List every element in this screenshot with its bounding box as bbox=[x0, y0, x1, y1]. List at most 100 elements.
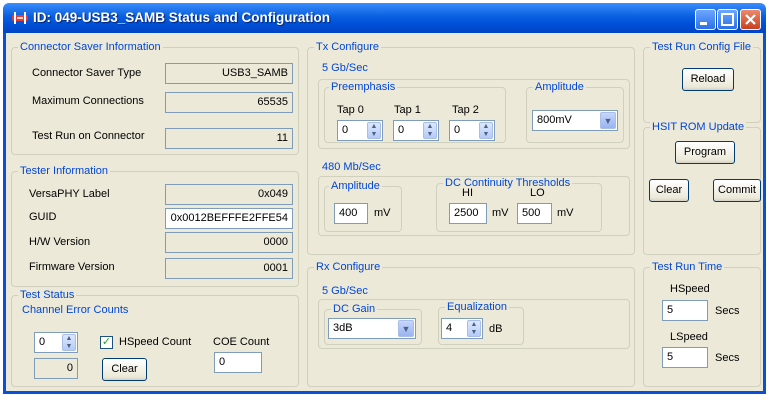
connector-saver-type-label: Connector Saver Type bbox=[32, 67, 142, 79]
spin-updown-icon[interactable]: ▲ ▼ bbox=[62, 334, 76, 351]
maximize-button[interactable] bbox=[717, 9, 738, 30]
lo-unit: mV bbox=[557, 207, 574, 219]
minimize-button[interactable] bbox=[695, 9, 716, 30]
mbs-amplitude-unit: mV bbox=[374, 207, 391, 219]
channel-spinbox-value: 0 bbox=[39, 336, 46, 348]
channel-error-counts-label: Channel Error Counts bbox=[22, 304, 129, 316]
rx-configure-group: Rx Configure 5 Gb/Sec DC Gain 3dB ▼ Equa… bbox=[307, 261, 635, 387]
config-file-group-label: Test Run Config File bbox=[650, 41, 754, 54]
equalization-value: 4 bbox=[446, 322, 453, 334]
window-title: ID: 049-USB3_SAMB Status and Configurati… bbox=[33, 10, 331, 25]
tx-5gbs-label: 5 Gb/Sec bbox=[322, 62, 368, 74]
connector-saver-group-label: Connector Saver Information bbox=[18, 41, 163, 54]
max-connections-field: 65535 bbox=[165, 92, 293, 113]
tap2-label: Tap 2 bbox=[452, 104, 479, 116]
tx-configure-group-label: Tx Configure bbox=[314, 41, 381, 54]
hi-label: HI bbox=[462, 187, 473, 199]
test-run-on-connector-label: Test Run on Connector bbox=[32, 130, 145, 142]
lspeed-unit: Secs bbox=[715, 352, 740, 364]
equalization-spinbox[interactable]: 4 ▲ ▼ bbox=[441, 318, 483, 339]
reload-button[interactable]: Reload bbox=[682, 68, 734, 91]
program-button[interactable]: Program bbox=[675, 141, 735, 164]
client-area: Connector Saver Information Connector Sa… bbox=[3, 33, 766, 394]
tx-480mbs-label: 480 Mb/Sec bbox=[322, 161, 381, 173]
equalization-unit: dB bbox=[489, 323, 503, 335]
error-clear-button[interactable]: Clear bbox=[102, 358, 147, 381]
dc-gain-value: 3dB bbox=[333, 322, 353, 334]
spin-updown-icon[interactable]: ▲ ▼ bbox=[367, 122, 381, 139]
tx-amplitude-label: Amplitude bbox=[533, 81, 586, 94]
tap1-value: 0 bbox=[398, 124, 405, 136]
rx-configure-group-label: Rx Configure bbox=[314, 261, 383, 274]
max-connections-label: Maximum Connections bbox=[32, 95, 144, 107]
hw-version-field: 0000 bbox=[165, 232, 293, 253]
test-run-on-connector-field: 11 bbox=[165, 128, 293, 149]
tap0-value: 0 bbox=[342, 124, 349, 136]
versaphy-label: VersaPHY Label bbox=[29, 188, 110, 200]
versaphy-field: 0x049 bbox=[165, 184, 293, 205]
lo-threshold-field[interactable]: 500 bbox=[517, 203, 552, 224]
connector-saver-type-field: USB3_SAMB bbox=[165, 63, 293, 84]
tester-info-group-label: Tester Information bbox=[18, 165, 111, 178]
chevron-down-icon[interactable]: ▼ bbox=[600, 112, 616, 129]
test-run-time-group: Test Run Time HSpeed 5 Secs LSpeed 5 Sec… bbox=[643, 261, 761, 387]
checkmark-icon: ✓ bbox=[101, 336, 112, 348]
tap1-spinbox[interactable]: 0 ▲ ▼ bbox=[393, 120, 439, 141]
rx-5gbs-label: 5 Gb/Sec bbox=[322, 285, 368, 297]
hi-threshold-field[interactable]: 2500 bbox=[449, 203, 487, 224]
minimize-icon bbox=[700, 22, 707, 25]
tx-amplitude-combobox[interactable]: 800mV ▼ bbox=[532, 110, 618, 131]
tap2-value: 0 bbox=[454, 124, 461, 136]
hspeed-unit: Secs bbox=[715, 305, 740, 317]
hi-unit: mV bbox=[492, 207, 509, 219]
hspeed-time-field[interactable]: 5 bbox=[662, 300, 708, 321]
test-run-time-group-label: Test Run Time bbox=[650, 261, 725, 274]
channel-spinbox[interactable]: 0 ▲ ▼ bbox=[34, 332, 78, 353]
tap1-label: Tap 1 bbox=[394, 104, 421, 116]
tx-configure-group: Tx Configure 5 Gb/Sec Preemphasis Tap 0 … bbox=[307, 41, 635, 255]
channel-error-count-field: 0 bbox=[34, 358, 78, 379]
chevron-down-icon[interactable]: ▼ bbox=[398, 320, 414, 337]
guid-field[interactable]: 0x0012BEFFFE2FFE54 bbox=[165, 208, 293, 229]
main-window: ID: 049-USB3_SAMB Status and Configurati… bbox=[0, 0, 772, 401]
equalization-label: Equalization bbox=[445, 301, 509, 314]
lspeed-label: LSpeed bbox=[670, 331, 708, 343]
firmware-version-label: Firmware Version bbox=[29, 261, 115, 273]
hspeed-count-checkbox[interactable]: ✓ bbox=[100, 336, 113, 349]
lo-label: LO bbox=[530, 187, 545, 199]
dc-gain-combobox[interactable]: 3dB ▼ bbox=[328, 318, 416, 339]
hspeed-label: HSpeed bbox=[670, 283, 710, 295]
mbs-amplitude-field[interactable]: 400 bbox=[334, 203, 368, 224]
tx-amplitude-value: 800mV bbox=[537, 114, 572, 126]
lspeed-time-field[interactable]: 5 bbox=[662, 347, 708, 368]
tap0-spinbox[interactable]: 0 ▲ ▼ bbox=[337, 120, 383, 141]
hsit-rom-group: HSIT ROM Update Program Clear Commit bbox=[643, 121, 761, 255]
test-status-group: Test Status Channel Error Counts 0 ▲ ▼ 0 … bbox=[11, 289, 299, 387]
spin-updown-icon[interactable]: ▲ ▼ bbox=[423, 122, 437, 139]
close-icon bbox=[745, 14, 756, 25]
config-file-group: Test Run Config File Reload bbox=[643, 41, 761, 123]
hsit-rom-group-label: HSIT ROM Update bbox=[650, 121, 747, 134]
spin-updown-icon[interactable]: ▲ ▼ bbox=[467, 320, 481, 337]
title-bar[interactable]: ID: 049-USB3_SAMB Status and Configurati… bbox=[3, 3, 766, 33]
preemphasis-label: Preemphasis bbox=[329, 81, 398, 94]
commit-button[interactable]: Commit bbox=[713, 179, 761, 202]
hsit-clear-button[interactable]: Clear bbox=[649, 179, 689, 202]
tap2-spinbox[interactable]: 0 ▲ ▼ bbox=[449, 120, 495, 141]
coe-count-field[interactable]: 0 bbox=[214, 352, 262, 373]
guid-label: GUID bbox=[29, 211, 57, 223]
maximize-icon bbox=[721, 13, 734, 26]
connector-saver-group: Connector Saver Information Connector Sa… bbox=[11, 41, 299, 155]
tester-info-group: Tester Information VersaPHY Label 0x049 … bbox=[11, 165, 299, 287]
firmware-version-field: 0001 bbox=[165, 258, 293, 279]
test-status-group-label: Test Status bbox=[18, 289, 77, 302]
spin-updown-icon[interactable]: ▲ ▼ bbox=[479, 122, 493, 139]
dc-gain-label: DC Gain bbox=[331, 303, 378, 316]
hw-version-label: H/W Version bbox=[29, 236, 91, 248]
coe-count-label: COE Count bbox=[213, 336, 270, 348]
mbs-amplitude-label: Amplitude bbox=[329, 180, 382, 193]
close-button[interactable] bbox=[740, 9, 761, 30]
hspeed-count-label: HSpeed Count bbox=[119, 336, 192, 348]
connector-app-icon bbox=[12, 12, 28, 24]
tap0-label: Tap 0 bbox=[337, 104, 364, 116]
